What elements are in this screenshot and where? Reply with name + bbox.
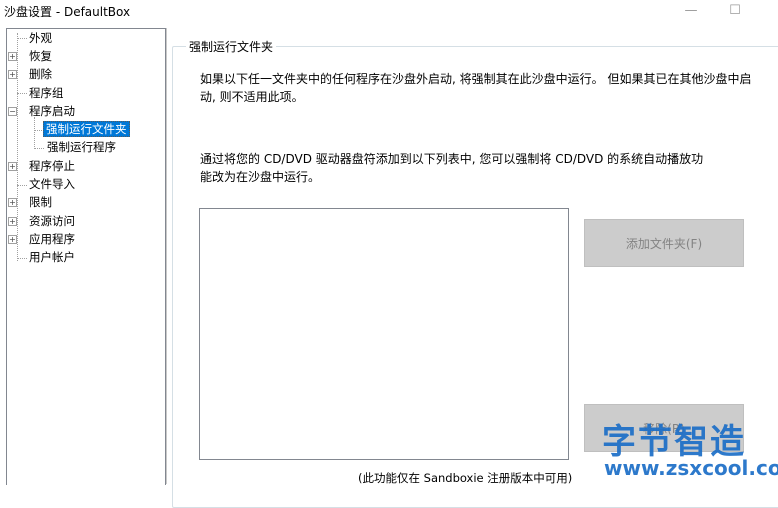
tree-connector-line <box>17 38 27 39</box>
tree-item-resource-access[interactable]: + 资源访问 <box>8 213 77 230</box>
tree-item-delete[interactable]: + 删除 <box>8 66 54 83</box>
group-title: 强制运行文件夹 <box>186 38 277 55</box>
tree-item-label: 强制运行程序 <box>47 140 116 154</box>
tree-connector-line <box>17 185 27 186</box>
tree-item-label: 程序停止 <box>29 159 75 173</box>
settings-tree[interactable]: 外观 + 恢复 + 删除 程序组 − 程序启动 强制运行文件夹 强制运行程序 +… <box>6 28 166 485</box>
forced-folders-list[interactable] <box>199 208 569 460</box>
expand-plus-icon[interactable]: + <box>8 235 17 244</box>
maximize-button[interactable]: ☐ <box>720 1 750 21</box>
tree-item-label: 用户帐户 <box>29 250 75 264</box>
expand-plus-icon[interactable]: + <box>8 198 17 207</box>
tree-item-applications[interactable]: + 应用程序 <box>8 231 77 248</box>
pane-splitter[interactable] <box>166 28 167 484</box>
tree-item-label: 应用程序 <box>29 232 75 246</box>
description-line-1: 如果以下任一文件夹中的任何程序在沙盘外启动, 将强制其在此沙盘中运行。 但如果其… <box>200 72 752 86</box>
add-folder-button-label: 添加文件夹(F) <box>625 236 703 251</box>
tree-item-restrictions[interactable]: + 限制 <box>8 194 54 211</box>
tree-item-label: 删除 <box>29 67 52 81</box>
tree-item-user-accounts[interactable]: 用户帐户 <box>27 249 77 266</box>
tree-item-label: 文件导入 <box>29 177 75 191</box>
collapse-minus-icon[interactable]: − <box>8 107 17 116</box>
expand-plus-icon[interactable]: + <box>8 162 17 171</box>
tree-item-program-groups[interactable]: 程序组 <box>27 85 66 102</box>
description-line-2: 动, 则不适用此项。 <box>200 90 304 104</box>
tree-connector-line <box>17 33 18 261</box>
tree-item-file-migration[interactable]: 文件导入 <box>27 176 77 193</box>
tree-connector-line <box>17 93 27 94</box>
tree-item-program-start[interactable]: − 程序启动 <box>8 103 77 120</box>
tree-item-forced-programs[interactable]: 强制运行程序 <box>45 139 118 156</box>
expand-plus-icon[interactable]: + <box>8 217 17 226</box>
tree-item-appearance[interactable]: 外观 <box>27 30 54 47</box>
tree-connector-line <box>17 258 27 259</box>
cd-description-line-2: 能改为在沙盘中运行。 <box>200 170 321 184</box>
watermark-url: www.zsxcool.com <box>604 456 778 480</box>
tree-item-forced-folders[interactable]: 强制运行文件夹 <box>43 121 130 138</box>
window-title: 沙盘设置 - DefaultBox <box>4 5 131 19</box>
tree-item-label: 限制 <box>29 195 52 209</box>
tree-item-program-stop[interactable]: + 程序停止 <box>8 158 77 175</box>
cd-description-line-1: 通过将您的 CD/DVD 驱动器盘符添加到以下列表中, 您可以强制将 CD/DV… <box>200 152 704 166</box>
title-bar: 沙盘设置 - DefaultBox — ☐ <box>0 0 778 22</box>
tree-item-recovery[interactable]: + 恢复 <box>8 48 54 65</box>
expand-plus-icon[interactable]: + <box>8 70 17 79</box>
tree-item-label: 程序组 <box>29 86 64 100</box>
minimize-button[interactable]: — <box>676 1 706 21</box>
tree-item-label: 强制运行文件夹 <box>43 121 130 137</box>
tree-item-label: 恢复 <box>29 49 52 63</box>
tree-item-label: 程序启动 <box>29 104 75 118</box>
add-folder-button[interactable]: 添加文件夹(F) <box>584 219 744 267</box>
tree-item-label: 外观 <box>29 31 52 45</box>
tree-connector-line <box>34 148 44 149</box>
expand-plus-icon[interactable]: + <box>8 52 17 61</box>
tree-item-label: 资源访问 <box>29 214 75 228</box>
tree-connector-line <box>34 117 35 149</box>
